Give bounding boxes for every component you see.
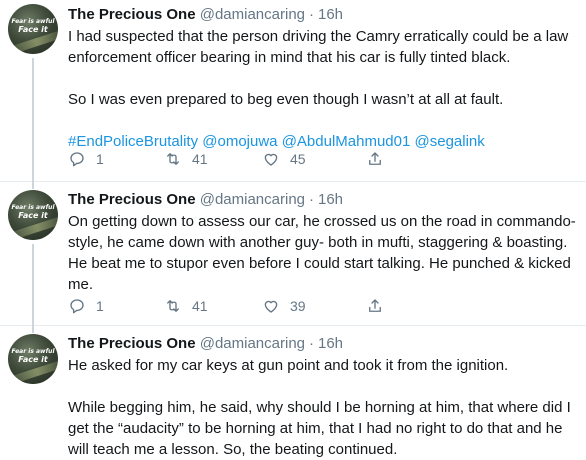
separator-dot: · <box>309 335 314 352</box>
thread-connector-line <box>32 181 34 189</box>
tweet-paragraph: So I was even prepared to beg even thoug… <box>68 91 504 108</box>
retweet-count: 41 <box>192 151 208 167</box>
tweet-header: The Precious One @damiancaring · 16h <box>68 189 578 211</box>
retweet-count: 41 <box>192 298 208 314</box>
avatar-column: Fear is awful Face it <box>8 325 58 460</box>
tweet-content: The Precious One @damiancaring · 16h I had… <box>68 4 578 152</box>
tweet-actions: 1 41 45 <box>68 148 388 170</box>
tweet[interactable]: Fear is awful Face it The Precious One @… <box>0 181 586 326</box>
reply-button[interactable]: 1 <box>68 148 104 170</box>
like-count: 39 <box>290 298 306 314</box>
share-button[interactable] <box>366 148 384 170</box>
retweet-button[interactable]: 41 <box>164 148 208 170</box>
tweet-header: The Precious One @damiancaring · 16h <box>68 4 578 26</box>
display-name[interactable]: The Precious One <box>68 335 196 352</box>
share-icon <box>369 152 381 165</box>
avatar[interactable]: Fear is awful Face it <box>8 334 58 384</box>
retweet-icon <box>167 300 179 312</box>
tweet-content: The Precious One @damiancaring · 16h He as… <box>68 333 578 460</box>
like-count: 45 <box>290 151 306 167</box>
avatar[interactable]: Fear is awful Face it <box>8 4 58 54</box>
tweet-text: On getting down to assess our car, he cr… <box>68 211 578 295</box>
timestamp[interactable]: 16h <box>318 191 343 208</box>
tweet-thread: Fear is awful Face it The Precious One @… <box>0 0 586 460</box>
reply-count: 1 <box>96 151 104 167</box>
heart-icon <box>264 300 278 313</box>
tweet-paragraph: While begging him, he said, why should I… <box>68 399 571 458</box>
username-handle[interactable]: @damiancaring <box>200 6 305 23</box>
share-icon <box>369 299 381 312</box>
username-handle[interactable]: @damiancaring <box>200 191 305 208</box>
thread-connector-line <box>32 325 34 333</box>
tweet-paragraph: On getting down to assess our car, he cr… <box>68 213 576 293</box>
tweet-paragraph: I had suspected that the person driving … <box>68 28 569 66</box>
reply-button[interactable]: 1 <box>68 295 104 317</box>
tweet-paragraph: He asked for my car keys at gun point an… <box>68 357 509 374</box>
thread-connector-line <box>32 58 34 182</box>
tweet-content: The Precious One @damiancaring · 16h On ge… <box>68 189 578 295</box>
reply-count: 1 <box>96 298 104 314</box>
tweet-text: I had suspected that the person driving … <box>68 26 578 152</box>
username-handle[interactable]: @damiancaring <box>200 335 305 352</box>
tweet-text: He asked for my car keys at gun point an… <box>68 355 578 460</box>
tweet-actions: 1 41 39 <box>68 295 388 317</box>
display-name[interactable]: The Precious One <box>68 191 196 208</box>
avatar[interactable]: Fear is awful Face it <box>8 190 58 240</box>
like-button[interactable]: 45 <box>262 148 306 170</box>
separator-dot: · <box>309 6 314 23</box>
retweet-icon <box>167 153 179 165</box>
thread-connector-line <box>32 244 34 326</box>
avatar-column: Fear is awful Face it <box>8 0 58 182</box>
tweet[interactable]: Fear is awful Face it The Precious One @… <box>0 0 586 182</box>
avatar-text-line2: Face it <box>18 25 48 34</box>
retweet-button[interactable]: 41 <box>164 295 208 317</box>
mention-link[interactable]: @segalink <box>415 133 485 150</box>
avatar-column: Fear is awful Face it <box>8 181 58 326</box>
timestamp[interactable]: 16h <box>318 335 343 352</box>
tweet-header: The Precious One @damiancaring · 16h <box>68 333 578 355</box>
tweet[interactable]: Fear is awful Face it The Precious One @… <box>0 325 586 460</box>
heart-icon <box>264 153 278 166</box>
avatar-text-line2: Face it <box>18 211 48 220</box>
timestamp[interactable]: 16h <box>318 6 343 23</box>
reply-icon <box>70 152 84 167</box>
avatar-text-line2: Face it <box>18 355 48 364</box>
share-button[interactable] <box>366 295 384 317</box>
like-button[interactable]: 39 <box>262 295 306 317</box>
display-name[interactable]: The Precious One <box>68 6 196 23</box>
separator-dot: · <box>309 191 314 208</box>
reply-icon <box>70 299 84 314</box>
